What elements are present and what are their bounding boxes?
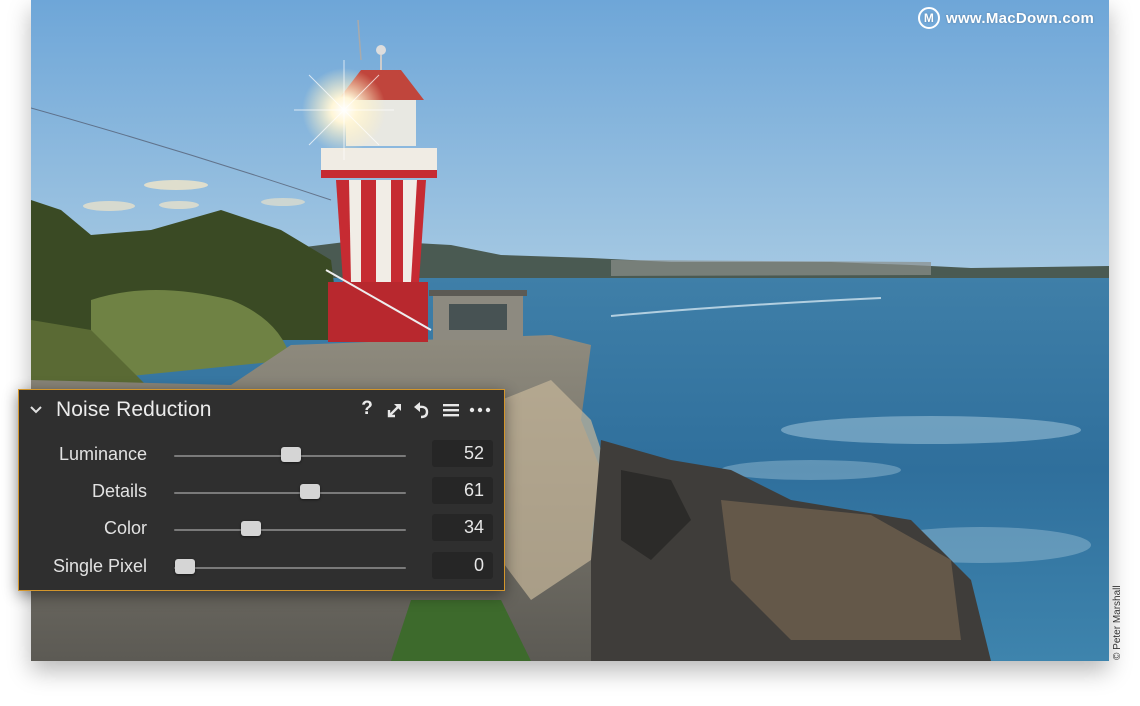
slider-thumb[interactable] [240,521,261,536]
slider-thumb[interactable] [300,484,321,499]
slider-thumb[interactable] [280,447,301,462]
help-icon[interactable]: ? [358,399,376,418]
slider-track[interactable] [174,567,406,569]
slider-row-luminance: Luminance 52 [19,440,504,470]
list-icon[interactable] [442,401,460,419]
slider-value-field[interactable]: 0 [432,552,493,579]
slider-track[interactable] [174,529,406,531]
slider-row-color: Color 34 [19,514,504,544]
slider-value-field[interactable]: 34 [432,514,493,541]
panel-title: Noise Reduction [56,398,212,421]
more-icon[interactable] [469,401,491,419]
photo-credit: © Peter Marshall [1112,585,1123,660]
slider-row-single-pixel: Single Pixel 0 [19,552,504,582]
slider-value-field[interactable]: 61 [432,477,493,504]
noise-reduction-panel: Noise Reduction ? Luminance 52 Details 6… [18,389,505,591]
slider-thumb[interactable] [175,559,195,574]
panel-header: Noise Reduction ? [19,390,504,430]
slider-value-field[interactable]: 52 [432,440,493,467]
chevron-down-icon[interactable] [29,403,43,417]
watermark: M www.MacDown.com [918,6,1094,30]
slider-label: Details [91,481,147,501]
reset-icon[interactable] [413,401,431,419]
slider-track[interactable] [174,492,406,494]
expand-icon[interactable] [386,401,404,419]
macdown-logo-icon: M [918,7,940,29]
slider-label: Luminance [58,444,147,464]
slider-row-details: Details 61 [19,477,504,507]
slider-label: Color [103,518,147,538]
slider-label: Single Pixel [52,556,147,576]
watermark-text: www.MacDown.com [946,9,1095,27]
